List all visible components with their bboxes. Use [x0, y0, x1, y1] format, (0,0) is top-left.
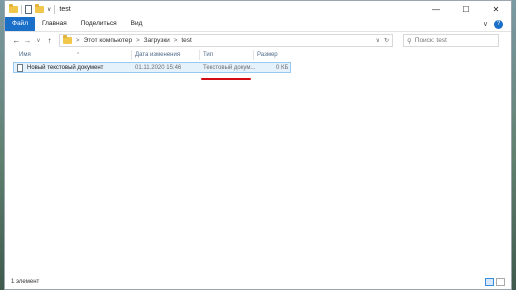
ribbon-tabs: Файл Главная Поделиться Вид ∨ ?: [5, 17, 511, 31]
status-bar: 1 элемент: [5, 275, 511, 289]
tab-share[interactable]: Поделиться: [74, 17, 124, 31]
column-type[interactable]: Тип: [203, 52, 213, 58]
address-dropdown-icon[interactable]: ∨: [376, 37, 380, 44]
forward-button[interactable]: →: [22, 36, 33, 45]
tab-file[interactable]: Файл: [5, 17, 35, 31]
address-bar[interactable]: > Этот компьютер > Загрузки > test ∨ ↻: [59, 34, 393, 47]
navigation-bar: ← → ∨ ↑ > Этот компьютер > Загрузки > te…: [5, 31, 511, 49]
expand-ribbon-icon[interactable]: ∨: [483, 20, 488, 29]
divider[interactable]: [253, 50, 254, 60]
explorer-window: ∨ test — ☐ ✕ Файл Главная Поделиться Вид…: [4, 0, 512, 290]
details-view-icon[interactable]: [485, 278, 494, 286]
breadcrumb-downloads[interactable]: Загрузки: [144, 37, 170, 44]
file-row[interactable]: Новый текстовый документ 01.11.2020 15:4…: [13, 62, 291, 73]
close-button[interactable]: ✕: [481, 1, 511, 17]
search-icon: ⚲: [407, 37, 412, 45]
file-name: Новый текстовый документ: [27, 65, 104, 71]
text-document-icon: [17, 64, 23, 72]
search-placeholder: Поиск: test: [414, 37, 447, 44]
file-size: 0 КБ: [276, 65, 289, 71]
search-input[interactable]: ⚲ Поиск: test: [403, 34, 499, 47]
properties-icon[interactable]: [25, 4, 32, 14]
tab-view[interactable]: Вид: [124, 17, 150, 31]
customize-toolbar-chevron-icon[interactable]: ∨: [47, 6, 51, 13]
file-list: ^ Имя Дата изменения Тип Размер Новый те…: [5, 49, 511, 275]
sort-caret-icon: ^: [77, 52, 80, 58]
breadcrumb-this-pc[interactable]: Этот компьютер: [84, 37, 133, 44]
large-icons-view-icon[interactable]: [496, 278, 505, 286]
chevron-right-icon[interactable]: >: [136, 38, 140, 44]
file-type: Текстовый докум...: [203, 65, 256, 71]
maximize-button[interactable]: ☐: [451, 1, 481, 17]
file-date: 01.11.2020 15:46: [135, 65, 182, 71]
folder-icon: [9, 3, 18, 13]
divider: [54, 4, 56, 14]
up-button[interactable]: ↑: [44, 36, 55, 45]
divider[interactable]: [199, 50, 200, 60]
chevron-right-icon[interactable]: >: [174, 38, 178, 44]
minimize-button[interactable]: —: [421, 1, 451, 17]
breadcrumb-test[interactable]: test: [181, 37, 191, 44]
refresh-icon[interactable]: ↻: [384, 37, 389, 44]
help-icon[interactable]: ?: [494, 19, 503, 29]
quick-access-toolbar: ∨: [5, 3, 56, 14]
window-title: test: [59, 5, 71, 13]
new-folder-icon[interactable]: [35, 3, 44, 13]
tab-home[interactable]: Главная: [35, 17, 74, 31]
column-headers: ^ Имя Дата изменения Тип Размер: [13, 49, 293, 61]
back-button[interactable]: ←: [11, 36, 22, 45]
folder-icon: [63, 35, 72, 44]
column-size[interactable]: Размер: [257, 52, 278, 58]
column-date[interactable]: Дата изменения: [135, 52, 180, 58]
chevron-right-icon[interactable]: >: [76, 38, 80, 44]
title-bar: ∨ test — ☐ ✕: [5, 1, 511, 17]
item-count: 1 элемент: [11, 279, 40, 285]
divider: [21, 4, 22, 14]
recent-locations-button[interactable]: ∨: [33, 37, 44, 44]
column-name[interactable]: Имя: [19, 52, 31, 58]
annotation-underline: [201, 78, 251, 80]
divider[interactable]: [131, 50, 132, 60]
